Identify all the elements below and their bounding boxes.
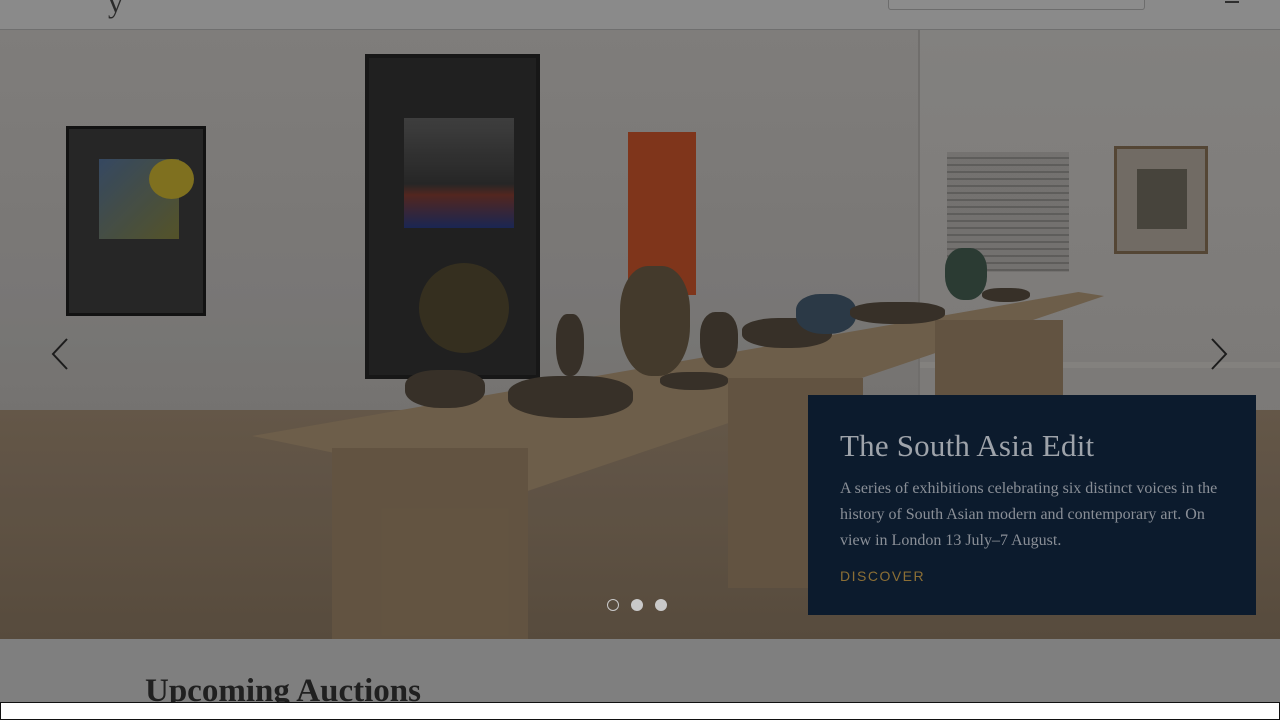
chevron-left-icon [51, 338, 68, 370]
carousel-dot-1[interactable] [607, 599, 619, 611]
user-icon[interactable] [1225, 0, 1239, 3]
hero-title: The South Asia Edit [840, 428, 1095, 463]
search-input[interactable] [888, 0, 1145, 10]
carousel-pagination [607, 599, 667, 611]
hero-carousel: The South Asia Edit A series of exhibiti… [0, 30, 1280, 639]
site-logo[interactable]: y [108, 0, 123, 20]
hero-description: A series of exhibitions celebrating six … [840, 480, 1218, 549]
bottom-bar [0, 702, 1280, 720]
carousel-dot-3[interactable] [655, 599, 667, 611]
carousel-prev-button[interactable] [45, 334, 75, 374]
carousel-next-button[interactable] [1204, 334, 1234, 374]
carousel-dot-2[interactable] [631, 599, 643, 611]
site-header: y [0, 0, 1280, 30]
hero-caption-panel: The South Asia Edit A series of exhibiti… [808, 395, 1256, 615]
discover-link[interactable]: DISCOVER [840, 568, 925, 584]
chevron-right-icon [1211, 338, 1228, 370]
